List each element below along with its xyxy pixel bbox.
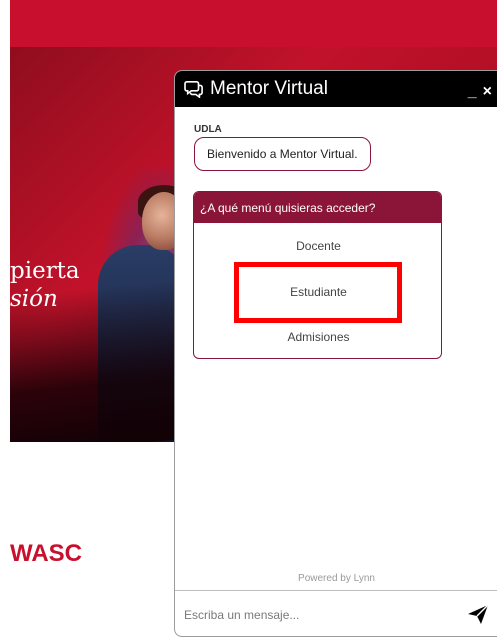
chat-title: Mentor Virtual xyxy=(210,78,328,99)
chat-input-bar xyxy=(175,590,497,636)
chat-bubbles-icon xyxy=(184,80,203,98)
menu-options-card: ¿A qué menú quisieras acceder? Docente E… xyxy=(193,191,442,359)
menu-option-docente[interactable]: Docente xyxy=(194,239,441,253)
close-button[interactable]: × xyxy=(483,83,492,101)
welcome-message-text: Bienvenido a Mentor Virtual. xyxy=(207,147,358,161)
send-icon[interactable] xyxy=(466,603,490,625)
chat-window-controls: _ × xyxy=(468,83,492,101)
menu-question: ¿A qué menú quisieras acceder? xyxy=(194,192,441,223)
chat-widget: Mentor Virtual _ × UDLA Bienvenido a Men… xyxy=(174,70,497,637)
chat-header: Mentor Virtual _ × xyxy=(175,71,497,107)
message-input[interactable] xyxy=(184,599,444,630)
powered-by-label: Powered by Lynn xyxy=(298,573,375,584)
menu-option-admisiones[interactable]: Admisiones xyxy=(194,330,441,344)
message-sender: UDLA xyxy=(194,124,222,135)
welcome-message-bubble: Bienvenido a Mentor Virtual. xyxy=(194,137,371,171)
hero-heading-line-2: sión xyxy=(10,286,58,312)
page-left-margin xyxy=(0,0,10,637)
site-top-bar xyxy=(10,0,497,47)
accreditation-label: WASC xyxy=(10,540,82,567)
minimize-button[interactable]: _ xyxy=(468,83,477,101)
menu-option-estudiante[interactable]: Estudiante xyxy=(194,285,441,299)
hero-heading-line-1: pierta xyxy=(10,258,80,284)
